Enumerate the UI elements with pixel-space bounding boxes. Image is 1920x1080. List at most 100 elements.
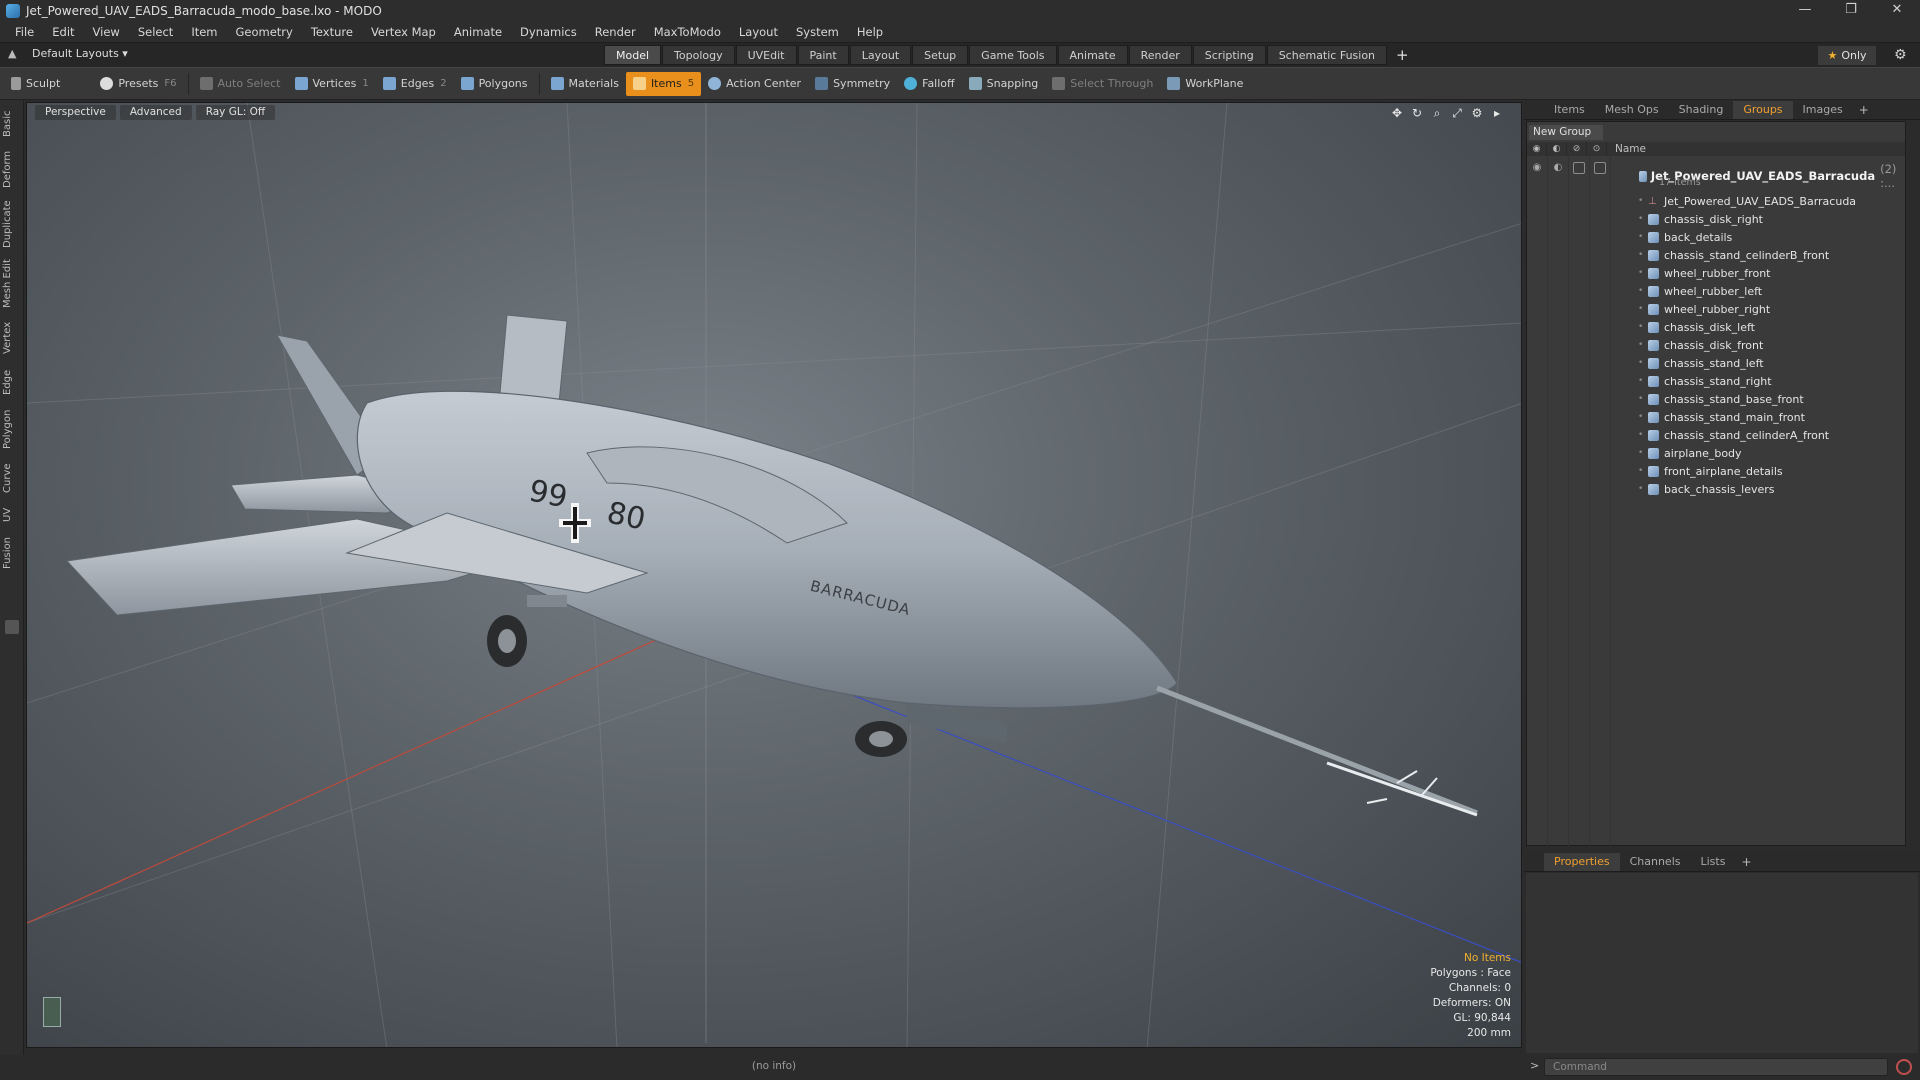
left-tab-curve[interactable]: Curve xyxy=(2,460,22,496)
tab-topology[interactable]: Topology xyxy=(662,45,735,65)
list-item[interactable]: • chassis_stand_left xyxy=(1638,354,1764,372)
tab-properties[interactable]: Properties xyxy=(1544,852,1620,871)
add-panel-tab[interactable]: + xyxy=(1853,103,1875,117)
menu-system[interactable]: System xyxy=(787,22,848,42)
polygons-button[interactable]: Polygons xyxy=(454,72,535,96)
tab-channels[interactable]: Channels xyxy=(1620,853,1691,871)
layout-selector[interactable]: ▲ Default Layouts ▾ xyxy=(8,47,128,60)
tab-layout[interactable]: Layout xyxy=(849,45,912,65)
falloff-button[interactable]: Falloff xyxy=(897,72,961,96)
tab-lists[interactable]: Lists xyxy=(1691,853,1736,871)
menu-maxtomodo[interactable]: MaxToModo xyxy=(645,22,730,42)
maximize-button[interactable]: ❐ xyxy=(1828,0,1874,22)
workplane-button[interactable]: WorkPlane xyxy=(1160,72,1250,96)
tab-mesh-ops[interactable]: Mesh Ops xyxy=(1595,101,1669,119)
tab-game-tools[interactable]: Game Tools xyxy=(969,45,1057,65)
minimize-button[interactable]: — xyxy=(1782,0,1828,22)
list-item[interactable]: • chassis_stand_celinderA_front xyxy=(1638,426,1829,444)
tab-render[interactable]: Render xyxy=(1128,45,1192,65)
select-column-icon[interactable]: ⊙ xyxy=(1587,142,1607,156)
tab-items[interactable]: Items xyxy=(1544,101,1595,119)
list-item[interactable]: • back_details xyxy=(1638,228,1732,246)
tab-setup[interactable]: Setup xyxy=(912,45,969,65)
shading-dropdown[interactable]: Advanced xyxy=(119,105,192,120)
list-item[interactable]: • chassis_stand_celinderB_front xyxy=(1638,246,1829,264)
menu-file[interactable]: File xyxy=(6,22,43,42)
list-item[interactable]: • chassis_disk_right xyxy=(1638,210,1763,228)
menu-item[interactable]: Item xyxy=(182,22,226,42)
list-item[interactable]: • wheel_rubber_right xyxy=(1638,300,1770,318)
materials-button[interactable]: Materials xyxy=(544,72,626,96)
tab-uvedit[interactable]: UVEdit xyxy=(735,45,797,65)
name-column-header[interactable]: Name xyxy=(1607,142,1646,156)
presets-button[interactable]: Presets F6 xyxy=(93,72,183,96)
left-tab-uv[interactable]: UV xyxy=(2,504,22,526)
tab-model[interactable]: Model xyxy=(604,45,662,65)
left-tab-edge[interactable]: Edge xyxy=(2,366,22,398)
list-item[interactable]: • wheel_rubber_front xyxy=(1638,264,1770,282)
render-column-icon[interactable]: ◐ xyxy=(1547,142,1567,156)
symmetry-button[interactable]: Symmetry xyxy=(808,72,897,96)
list-item[interactable]: • airplane_body xyxy=(1638,444,1742,462)
menu-dynamics[interactable]: Dynamics xyxy=(511,22,586,42)
menu-vertex-map[interactable]: Vertex Map xyxy=(362,22,445,42)
action-center-button[interactable]: Action Center xyxy=(701,72,808,96)
fit-icon[interactable]: ⤢ xyxy=(1447,106,1467,121)
close-button[interactable]: ✕ xyxy=(1874,0,1920,22)
list-item[interactable]: • wheel_rubber_left xyxy=(1638,282,1762,300)
sculpt-button[interactable]: Sculpt xyxy=(4,72,67,96)
tab-schematic-fusion[interactable]: Schematic Fusion xyxy=(1266,45,1388,65)
list-item[interactable]: • chassis_disk_left xyxy=(1638,318,1755,336)
tab-shading[interactable]: Shading xyxy=(1669,101,1734,119)
tab-images[interactable]: Images xyxy=(1793,101,1853,119)
menu-render[interactable]: Render xyxy=(586,22,645,42)
left-tab-deform[interactable]: Deform xyxy=(2,148,22,190)
menu-edit[interactable]: Edit xyxy=(43,22,83,42)
view-mode-dropdown[interactable]: Perspective xyxy=(35,105,116,120)
command-history-icon[interactable] xyxy=(1896,1059,1912,1075)
left-tab-duplicate[interactable]: Duplicate xyxy=(2,198,22,250)
list-item[interactable]: • ⊥ Jet_Powered_UAV_EADS_Barracuda xyxy=(1638,192,1856,210)
left-tab-mesh-edit[interactable]: Mesh Edit xyxy=(2,258,22,310)
add-tab-button[interactable]: + xyxy=(1388,45,1417,65)
items-button[interactable]: Items 5 xyxy=(625,71,702,96)
pan-icon[interactable]: ✥ xyxy=(1387,106,1407,121)
list-item[interactable]: • chassis_stand_base_front xyxy=(1638,390,1804,408)
menu-geometry[interactable]: Geometry xyxy=(227,22,302,42)
menu-select[interactable]: Select xyxy=(129,22,182,42)
raygl-toggle[interactable]: Ray GL: Off xyxy=(195,105,276,120)
gear-icon[interactable]: ⚙ xyxy=(1894,47,1910,63)
new-group-button[interactable]: New Group xyxy=(1529,125,1603,140)
select-checkbox[interactable] xyxy=(1594,162,1606,174)
menu-view[interactable]: View xyxy=(84,22,129,42)
edges-button[interactable]: Edges 2 xyxy=(376,72,454,96)
tab-paint[interactable]: Paint xyxy=(797,45,849,65)
menu-help[interactable]: Help xyxy=(848,22,892,42)
list-item[interactable]: • front_airplane_details xyxy=(1638,462,1783,480)
list-item[interactable]: • chassis_disk_front xyxy=(1638,336,1763,354)
zoom-icon[interactable]: ⌕ xyxy=(1427,106,1447,121)
rotate-icon[interactable]: ↻ xyxy=(1407,106,1427,121)
list-item[interactable]: • chassis_stand_main_front xyxy=(1638,408,1805,426)
tab-scripting[interactable]: Scripting xyxy=(1192,45,1266,65)
tab-groups[interactable]: Groups xyxy=(1733,100,1793,119)
3d-viewport[interactable]: 99 80 BARRACUDA Perspective Advanced Ray… xyxy=(26,102,1522,1048)
render-icon[interactable]: ◐ xyxy=(1552,162,1564,174)
list-item[interactable]: • chassis_stand_right xyxy=(1638,372,1772,390)
menu-animate[interactable]: Animate xyxy=(445,22,511,42)
left-tab-polygon[interactable]: Polygon xyxy=(2,406,22,452)
menu-texture[interactable]: Texture xyxy=(302,22,362,42)
select-through-button[interactable]: Select Through xyxy=(1045,72,1160,96)
tab-animate[interactable]: Animate xyxy=(1057,45,1128,65)
menu-layout[interactable]: Layout xyxy=(730,22,787,42)
left-panel-toggle[interactable] xyxy=(5,620,19,634)
left-tab-basic[interactable]: Basic xyxy=(2,108,22,140)
only-toggle[interactable]: ★ Only xyxy=(1818,46,1876,65)
list-item[interactable]: • back_chassis_levers xyxy=(1638,480,1775,498)
visibility-column-icon[interactable]: ◉ xyxy=(1527,142,1547,156)
left-tab-vertex[interactable]: Vertex xyxy=(2,318,22,358)
command-input[interactable]: Command xyxy=(1544,1058,1888,1076)
lock-checkbox[interactable] xyxy=(1573,162,1585,174)
eye-icon[interactable]: ◉ xyxy=(1531,162,1543,174)
settings-icon[interactable]: ⚙ xyxy=(1467,106,1487,121)
